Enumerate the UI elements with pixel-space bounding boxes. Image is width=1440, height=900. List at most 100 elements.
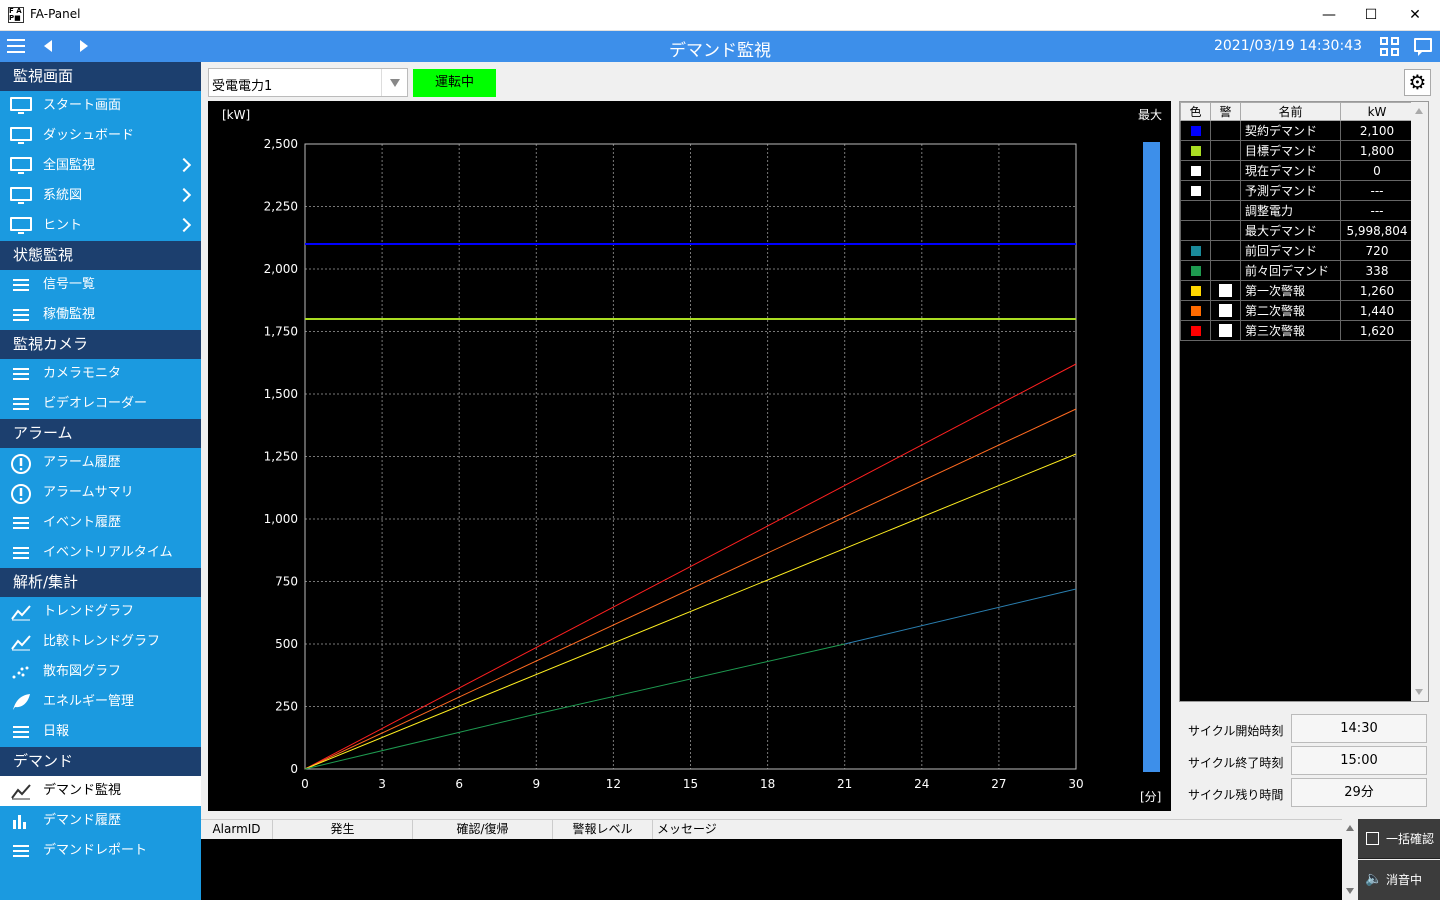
legend-kw-value: 0 xyxy=(1340,160,1414,181)
chevron-right-icon[interactable] xyxy=(176,187,192,203)
sidebar-item[interactable]: ビデオレコーダー xyxy=(0,389,201,419)
legend-row[interactable]: 調整電力 --- xyxy=(1180,200,1414,221)
sidebar-item[interactable]: ダッシュボード xyxy=(0,121,201,151)
y-tick-label: 250 xyxy=(275,700,298,714)
legend-color-cell xyxy=(1180,300,1211,321)
scroll-down-icon[interactable] xyxy=(1346,888,1354,894)
mute-button[interactable]: 🔈 消音中 xyxy=(1358,860,1440,900)
source-select[interactable]: 受電電力1 xyxy=(208,68,408,97)
alarm-col-level[interactable]: 警報レベル xyxy=(553,820,653,840)
color-swatch xyxy=(1189,244,1202,257)
legend-kw-value: --- xyxy=(1340,200,1414,221)
scroll-down-icon[interactable] xyxy=(1415,689,1423,695)
layout-grid-icon[interactable] xyxy=(1380,37,1400,57)
legend-color-cell xyxy=(1180,140,1211,161)
legend-row[interactable]: 現在デマンド 0 xyxy=(1180,160,1414,181)
sidebar-item[interactable]: 日報 xyxy=(0,717,201,747)
sidebar-item[interactable]: デマンド監視 xyxy=(0,776,201,806)
alarm-checkbox[interactable] xyxy=(1219,284,1232,297)
sidebar-item[interactable]: 稼働監視 xyxy=(0,300,201,330)
close-button[interactable]: ✕ xyxy=(1392,0,1438,31)
legend-row[interactable]: 第一次警報 1,260 xyxy=(1180,280,1414,301)
sidebar-item[interactable]: アラームサマリ xyxy=(0,478,201,508)
sidebar-section-header: デマンド xyxy=(0,747,201,776)
legend-row[interactable]: 予測デマンド --- xyxy=(1180,180,1414,201)
alarm-checkbox[interactable] xyxy=(1219,304,1232,317)
dropdown-arrow-icon[interactable] xyxy=(381,69,407,96)
legend-header-color[interactable]: 色 xyxy=(1180,102,1211,121)
sidebar-item[interactable]: イベントリアルタイム xyxy=(0,538,201,568)
sidebar-item[interactable]: エネルギー管理 xyxy=(0,687,201,717)
y-tick-label: 750 xyxy=(275,575,298,589)
run-status-button[interactable]: 運転中 xyxy=(413,69,496,97)
sidebar-item[interactable]: デマンドレポート xyxy=(0,836,201,866)
legend-kw-value: 1,800 xyxy=(1340,140,1414,161)
legend-row[interactable]: 前々回デマンド 338 xyxy=(1180,260,1414,281)
sidebar-item[interactable]: 散布図グラフ xyxy=(0,657,201,687)
legend-alarm-cell xyxy=(1210,220,1241,241)
sidebar-item[interactable]: 系統図 xyxy=(0,181,201,211)
legend-name: 予測デマンド xyxy=(1240,180,1341,201)
trend-icon xyxy=(10,603,32,621)
sidebar-item[interactable]: トレンドグラフ xyxy=(0,597,201,627)
sidebar-item[interactable]: イベント履歴 xyxy=(0,508,201,538)
legend-header-alarm[interactable]: 警 xyxy=(1210,102,1241,121)
message-icon[interactable] xyxy=(1414,38,1432,56)
event-realtime-icon xyxy=(10,544,32,562)
legend-row[interactable]: 第二次警報 1,440 xyxy=(1180,300,1414,321)
acknowledge-all-button[interactable]: 一括確認 xyxy=(1358,819,1440,859)
maximize-button[interactable]: ☐ xyxy=(1348,0,1394,31)
demand-icon xyxy=(10,782,32,800)
demand-chart-svg: 0 3 6 9 12 15 18 21 24 27 30 0 250 500 750 1,000 1,250 1,… xyxy=(222,108,1162,804)
sidebar-item[interactable]: デマンド履歴 xyxy=(0,806,201,836)
legend-row[interactable]: 前回デマンド 720 xyxy=(1180,240,1414,261)
forward-icon[interactable] xyxy=(80,40,88,52)
sidebar-item-label: 系統図 xyxy=(43,188,83,203)
back-icon[interactable] xyxy=(44,40,52,52)
cycle-remain-label: サイクル残り時間 xyxy=(1188,788,1284,802)
sidebar-item[interactable]: 比較トレンドグラフ xyxy=(0,627,201,657)
sidebar-item[interactable]: アラーム履歴 xyxy=(0,448,201,478)
alarm-checkbox[interactable] xyxy=(1219,324,1232,337)
sidebar-item[interactable]: 信号一覧 xyxy=(0,270,201,300)
legend-row[interactable]: 第三次警報 1,620 xyxy=(1180,320,1414,341)
legend-color-cell xyxy=(1180,220,1211,241)
menu-icon[interactable] xyxy=(7,39,25,53)
scroll-up-icon[interactable] xyxy=(1346,825,1354,831)
legend-row[interactable]: 契約デマンド 2,100 xyxy=(1180,120,1414,141)
legend-scrollbar[interactable] xyxy=(1411,102,1428,701)
alarm-col-message[interactable]: メッセージ xyxy=(653,820,1342,840)
legend-alarm-cell xyxy=(1210,280,1241,301)
scroll-up-icon[interactable] xyxy=(1415,108,1423,114)
legend-header-kw[interactable]: kW xyxy=(1340,102,1414,121)
alarm-col-confirm[interactable]: 確認/復帰 xyxy=(413,820,553,840)
alarm-col-occur[interactable]: 発生 xyxy=(273,820,413,840)
legend-kw-value: 1,260 xyxy=(1340,280,1414,301)
legend-row[interactable]: 目標デマンド 1,800 xyxy=(1180,140,1414,161)
x-tick-label: 6 xyxy=(455,777,463,791)
legend-header-name[interactable]: 名前 xyxy=(1240,102,1341,121)
chevron-right-icon[interactable] xyxy=(176,217,192,233)
sidebar-item[interactable]: 全国監視 xyxy=(0,151,201,181)
x-axis-label: [分] xyxy=(1140,790,1161,804)
sidebar-section-header: 状態監視 xyxy=(0,241,201,270)
color-swatch xyxy=(1189,324,1202,337)
legend-alarm-cell xyxy=(1210,140,1241,161)
minimize-button[interactable]: — xyxy=(1306,0,1352,31)
settings-gear-icon[interactable]: ⚙ xyxy=(1404,69,1431,96)
legend-name: 第二次警報 xyxy=(1240,300,1341,321)
alarm-scrollbar[interactable] xyxy=(1342,819,1358,900)
legend-name: 契約デマンド xyxy=(1240,120,1341,141)
app-logo-icon: F A P■ xyxy=(8,7,24,23)
legend-row[interactable]: 最大デマンド 5,998,804 xyxy=(1180,220,1414,241)
x-tick-label: 21 xyxy=(837,777,852,791)
sidebar-item[interactable]: スタート画面 xyxy=(0,91,201,121)
sidebar-item-label: 散布図グラフ xyxy=(43,664,122,679)
alarm-col-id[interactable]: AlarmID xyxy=(201,820,273,840)
x-tick-label: 24 xyxy=(914,777,929,791)
color-swatch xyxy=(1189,264,1202,277)
chevron-right-icon[interactable] xyxy=(176,157,192,173)
sidebar-item-label: アラームサマリ xyxy=(43,485,134,500)
sidebar-item[interactable]: ヒント xyxy=(0,211,201,241)
sidebar-item[interactable]: カメラモニタ xyxy=(0,359,201,389)
